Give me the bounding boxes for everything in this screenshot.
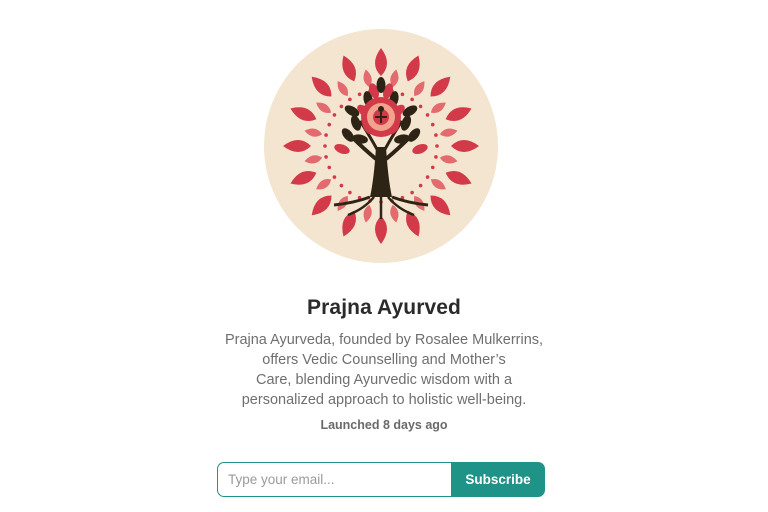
brand-logo [264, 29, 498, 263]
petal [290, 107, 317, 121]
dot [400, 92, 405, 97]
inner-petal [439, 155, 458, 164]
subscribe-form: Subscribe [217, 462, 545, 497]
inner-petal [316, 179, 332, 190]
leaf [394, 134, 410, 144]
subscribe-button[interactable]: Subscribe [451, 462, 545, 497]
dot [323, 144, 327, 148]
email-input[interactable] [217, 462, 451, 497]
inner-petal [439, 128, 458, 137]
center-flower [361, 97, 401, 137]
description-line: personalized approach to holistic well-b… [241, 392, 527, 408]
dot [332, 113, 337, 117]
description-line: Care, blending Ayurvedic wisdom with a [255, 372, 513, 388]
product-page: Prajna Ayurved Prajna Ayurveda, founded … [0, 0, 768, 512]
inner-petal [430, 179, 446, 190]
petal [342, 55, 356, 82]
dot [434, 155, 438, 159]
inner-petal [304, 128, 323, 137]
tree-of-life-logo-icon [283, 48, 479, 244]
dot [410, 97, 414, 102]
petal [430, 195, 451, 216]
inner-petal [304, 155, 323, 164]
dot [418, 183, 423, 188]
dot [430, 165, 435, 170]
leaf [334, 143, 350, 155]
dot [418, 104, 423, 109]
petal [406, 55, 420, 82]
petal [445, 171, 472, 185]
description-line: offers Vedic Counselling and Mother’s [262, 352, 506, 368]
dot [425, 175, 430, 179]
dot [327, 165, 332, 170]
petal [311, 76, 332, 97]
leaf [352, 134, 368, 144]
description-line: Prajna Ayurveda, founded by Rosalee Mulk… [224, 332, 544, 348]
leaf [412, 143, 428, 155]
petal [311, 195, 332, 216]
dot [339, 104, 344, 109]
petal [451, 140, 479, 152]
inner-petal [430, 102, 446, 113]
dot [410, 190, 414, 195]
petal [375, 48, 387, 76]
dot [327, 122, 332, 127]
petal [430, 76, 451, 97]
dot [339, 183, 344, 188]
petal [406, 210, 420, 237]
dot [324, 155, 328, 159]
dot [324, 133, 328, 137]
petal [445, 107, 472, 121]
dot [434, 133, 438, 137]
inner-petal [316, 102, 332, 113]
dot [435, 144, 439, 148]
inner-petal [414, 81, 425, 97]
description: Prajna Ayurveda, founded by Rosalee Mulk… [0, 330, 768, 410]
dot [348, 97, 352, 102]
dot [332, 175, 337, 179]
dot [357, 92, 362, 97]
leaf [376, 77, 386, 93]
petal [342, 210, 356, 237]
launch-date: Launched 8 days ago [320, 418, 448, 432]
dot [430, 122, 435, 127]
page-title: Prajna Ayurved [307, 296, 461, 319]
dot [425, 113, 430, 117]
inner-petal [337, 81, 348, 97]
petal [283, 140, 311, 152]
dot [348, 190, 352, 195]
petal [375, 216, 387, 244]
petal [290, 171, 317, 185]
